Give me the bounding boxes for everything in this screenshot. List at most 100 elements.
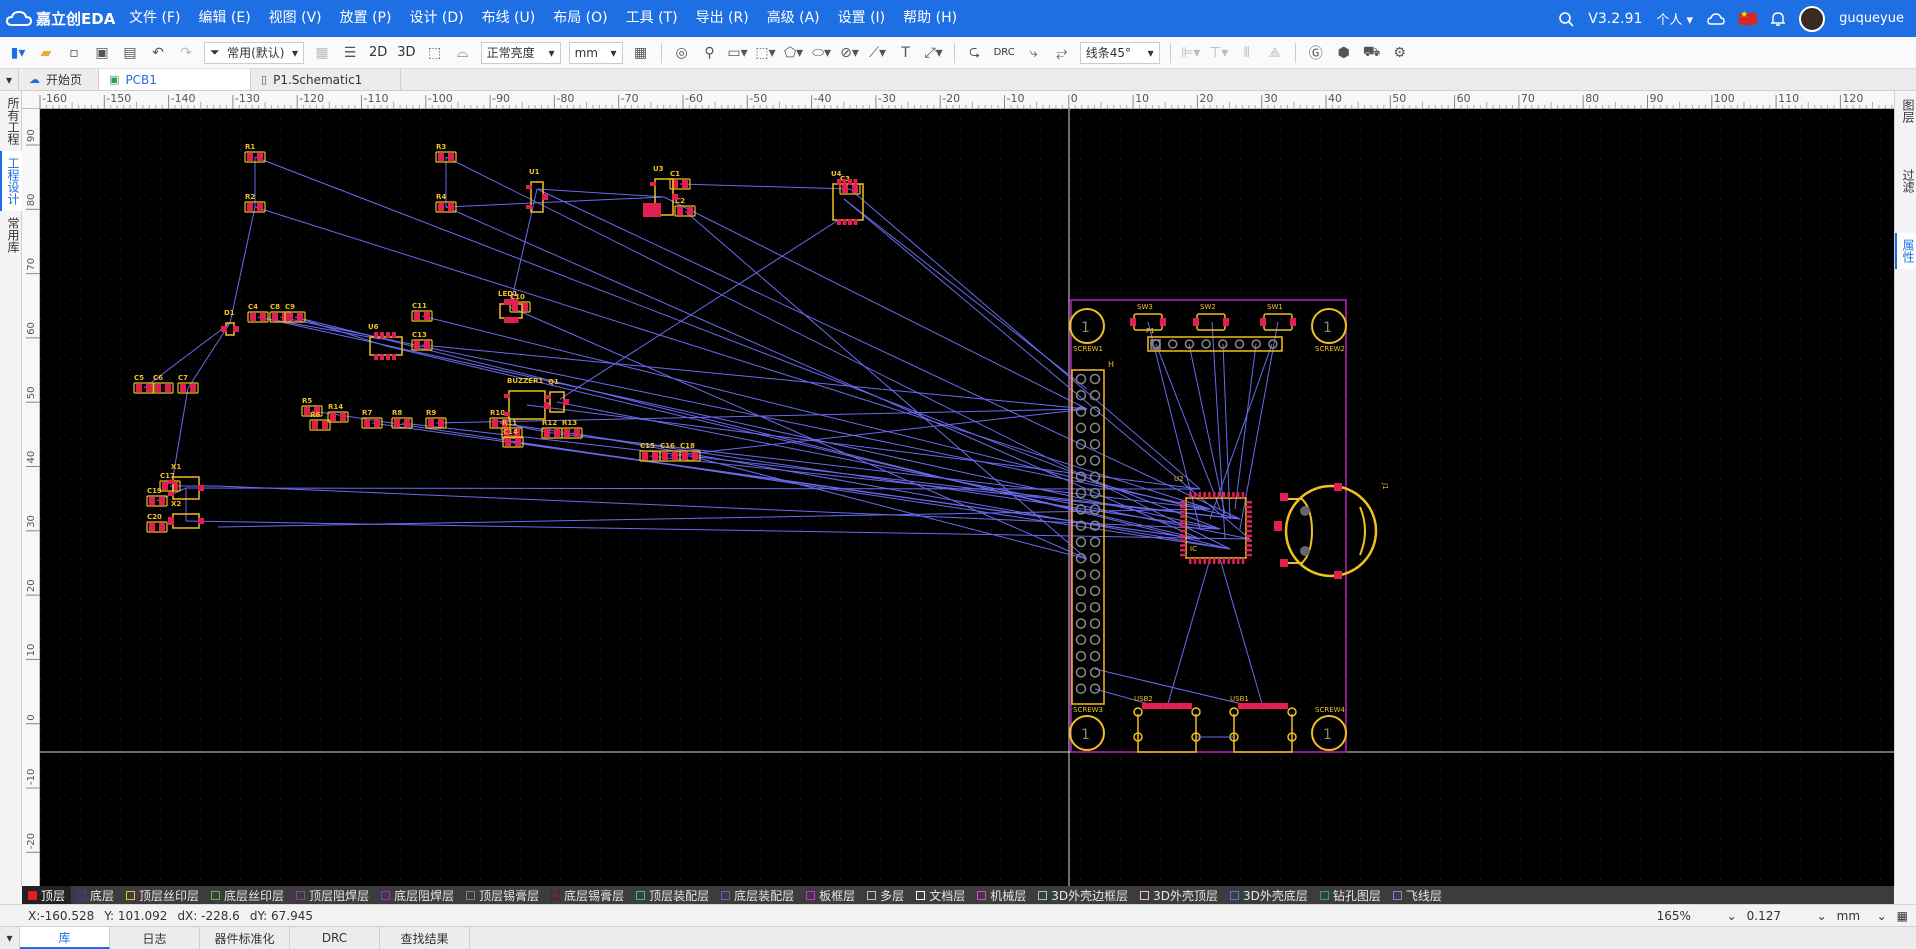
layer-item-15[interactable]: 3D外壳顶层 xyxy=(1134,886,1224,904)
view-3d-button[interactable]: 3D xyxy=(392,45,420,60)
zoom-select[interactable]: 165% ⌄ xyxy=(1657,909,1737,923)
status-unit-select[interactable]: mm ⌄ xyxy=(1837,909,1887,923)
layer-item-14[interactable]: 3D外壳边框层 xyxy=(1032,886,1134,904)
open-folder-icon[interactable]: ▰ xyxy=(34,41,58,65)
menu-item-8[interactable]: 导出 (R) xyxy=(687,0,758,37)
layer-item-9[interactable]: 底层装配层 xyxy=(715,886,800,904)
order-icon[interactable]: ⛟ xyxy=(1360,41,1384,65)
layer-item-18[interactable]: 飞线层 xyxy=(1387,886,1448,904)
cloud-sync-icon[interactable] xyxy=(1707,12,1725,26)
brightness-icon[interactable]: ⌓ xyxy=(451,41,475,65)
grid-toggle-icon[interactable]: ▦ xyxy=(1897,909,1908,923)
layer-item-4[interactable]: 顶层阻焊层 xyxy=(290,886,375,904)
layer-item-0[interactable]: 顶层 xyxy=(22,886,72,904)
undo-icon[interactable]: ↶ xyxy=(146,41,170,65)
layer-item-8[interactable]: 顶层装配层 xyxy=(630,886,715,904)
line-icon[interactable]: ⟋▾ xyxy=(866,41,890,65)
app-logo[interactable]: 嘉立创EDA xyxy=(0,8,120,29)
distribute-icon[interactable]: ⫴ xyxy=(1235,41,1259,65)
menu-item-4[interactable]: 设计 (D) xyxy=(400,0,472,37)
menu-item-11[interactable]: 帮助 (H) xyxy=(894,0,966,37)
layer-item-13[interactable]: 机械层 xyxy=(971,886,1032,904)
user-avatar[interactable] xyxy=(1799,5,1826,32)
filter-select[interactable]: ⏷ 常用(默认) ▾ xyxy=(204,41,304,64)
right-rail-item-2[interactable]: 属性 xyxy=(1895,233,1916,269)
tab-2[interactable]: ▯ P1.Schematic1 xyxy=(251,69,402,90)
route-mode-select[interactable]: 线条45° ▾ xyxy=(1079,41,1160,64)
username-label[interactable]: guqueyue xyxy=(1839,11,1904,26)
menu-item-5[interactable]: 布线 (U) xyxy=(473,0,545,37)
grid-size-select[interactable]: 0.127 ⌄ xyxy=(1747,909,1827,923)
layer-item-10[interactable]: 板框层 xyxy=(800,886,861,904)
layer-item-5[interactable]: 底层阻焊层 xyxy=(375,886,460,904)
via-icon[interactable]: ⚲ xyxy=(698,41,722,65)
export-3d-icon[interactable]: ⬢ xyxy=(1332,41,1356,65)
layer-item-11[interactable]: 多层 xyxy=(861,886,910,904)
align-left-icon[interactable]: ⊫▾ xyxy=(1179,41,1203,65)
search-icon[interactable] xyxy=(1558,11,1574,27)
menu-item-9[interactable]: 高级 (A) xyxy=(758,0,829,37)
tab-0[interactable]: ☁ 开始页 xyxy=(19,69,100,90)
right-rail-item-1[interactable]: 过滤 xyxy=(1895,163,1916,199)
find-list-icon[interactable]: ☰ xyxy=(338,41,362,65)
bottom-tab-3[interactable]: DRC xyxy=(290,927,380,949)
drc-button[interactable]: DRC xyxy=(989,47,1020,58)
ellipse-icon[interactable]: ⬭▾ xyxy=(810,41,834,65)
component-icon[interactable]: ▭▾ xyxy=(726,41,750,65)
left-rail-item-1[interactable]: 工程设计 xyxy=(0,151,22,211)
layer-item-17[interactable]: 钻孔图层 xyxy=(1314,886,1387,904)
brightness-select[interactable]: 正常亮度 ▾ xyxy=(480,41,561,64)
menu-item-2[interactable]: 视图 (V) xyxy=(260,0,331,37)
pad-icon[interactable]: ◎ xyxy=(670,41,694,65)
align-top-icon[interactable]: ⊤▾ xyxy=(1207,41,1231,65)
tab-collapse[interactable]: ▾ xyxy=(0,69,20,90)
layer-item-6[interactable]: 顶层锡膏层 xyxy=(460,886,545,904)
menu-item-10[interactable]: 设置 (I) xyxy=(829,0,895,37)
bell-icon[interactable] xyxy=(1771,11,1786,27)
prohibit-icon[interactable]: ⊘▾ xyxy=(838,41,862,65)
pcb-svg[interactable]: R1R2R3R4R5R6R7R8R9R10R11R12R13R14C1C2C3C… xyxy=(40,109,1894,886)
save-all-icon[interactable]: ▣ xyxy=(90,41,114,65)
account-type-dropdown[interactable]: 个人 ▾ xyxy=(1656,9,1693,28)
layer-item-2[interactable]: 顶层丝印层 xyxy=(120,886,205,904)
flip-icon[interactable]: ⟁ xyxy=(1263,41,1287,65)
bottom-panel-collapse[interactable]: ▾ xyxy=(0,927,20,949)
menu-item-1[interactable]: 编辑 (E) xyxy=(189,0,259,37)
layer-item-7[interactable]: 底层锡膏层 xyxy=(545,886,630,904)
menu-item-0[interactable]: 文件 (F) xyxy=(120,0,189,37)
pcb-canvas[interactable]: R1R2R3R4R5R6R7R8R9R10R11R12R13R14C1C2C3C… xyxy=(40,109,1894,886)
language-flag-icon[interactable] xyxy=(1739,10,1758,25)
bottom-tab-2[interactable]: 器件标准化 xyxy=(200,927,290,949)
bottom-tab-1[interactable]: 日志 xyxy=(110,927,200,949)
layer-item-12[interactable]: 文档层 xyxy=(910,886,971,904)
unit-select[interactable]: mm ▾ xyxy=(568,41,623,64)
new-file-icon[interactable]: ▮▾ xyxy=(6,41,30,65)
left-rail-item-0[interactable]: 所有工程 xyxy=(0,91,22,151)
gerber-icon[interactable]: Ⓖ xyxy=(1304,41,1328,65)
save-icon[interactable]: ▫ xyxy=(62,41,86,65)
import-changes-icon[interactable]: ⮎ xyxy=(963,41,987,65)
layer-item-16[interactable]: 3D外壳底层 xyxy=(1224,886,1314,904)
zoom-area-icon[interactable]: ⬚ xyxy=(423,41,447,65)
right-rail-item-0[interactable]: 图层 xyxy=(1895,93,1916,129)
dimension-icon[interactable]: ⤢▾ xyxy=(922,41,946,65)
tab-1[interactable]: ▣ PCB1 xyxy=(99,69,252,90)
menu-item-7[interactable]: 工具 (T) xyxy=(617,0,687,37)
menu-item-3[interactable]: 放置 (P) xyxy=(331,0,401,37)
redo-icon[interactable]: ↷ xyxy=(174,41,198,65)
left-rail-item-2[interactable]: 常用库 xyxy=(0,211,22,259)
layer-item-1[interactable]: 底层 xyxy=(71,886,120,904)
polygon-icon[interactable]: ⬠▾ xyxy=(782,41,806,65)
grid-view-icon[interactable]: ▦ xyxy=(310,41,334,65)
grid-icon[interactable]: ▦ xyxy=(629,41,653,65)
layer-item-3[interactable]: 底层丝印层 xyxy=(205,886,290,904)
bottom-tab-0[interactable]: 库 xyxy=(20,927,110,949)
region-icon[interactable]: ⬚▾ xyxy=(754,41,778,65)
route-single-icon[interactable]: ⤷ xyxy=(1022,41,1046,65)
bottom-tab-4[interactable]: 查找结果 xyxy=(380,927,470,949)
gear-icon[interactable]: ⚙ xyxy=(1388,41,1412,65)
menu-item-6[interactable]: 布局 (O) xyxy=(544,0,616,37)
view-2d-button[interactable]: 2D xyxy=(364,45,392,60)
route-diff-icon[interactable]: ⥂ xyxy=(1050,41,1074,65)
text-icon[interactable]: T xyxy=(894,41,918,65)
